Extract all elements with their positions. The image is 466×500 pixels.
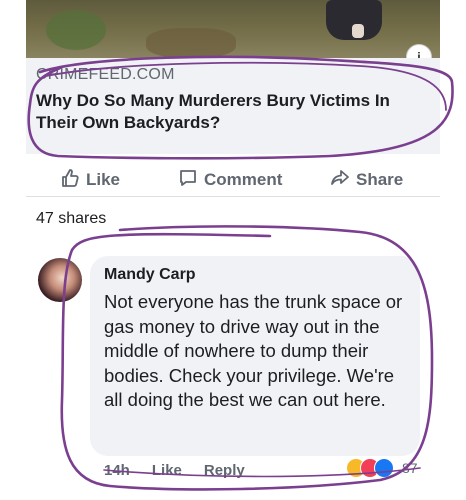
share-label: Share xyxy=(356,170,404,189)
comment-meta: 14h Like Reply xyxy=(104,462,267,479)
shares-count[interactable]: 47 shares xyxy=(36,210,106,228)
reaction-count: 87 xyxy=(402,460,418,476)
comment-time[interactable]: 14h xyxy=(104,462,130,479)
dirt xyxy=(146,28,236,58)
like-icon xyxy=(374,458,394,478)
comment-icon xyxy=(180,170,196,186)
avatar[interactable] xyxy=(38,258,82,302)
person-hand xyxy=(352,24,364,38)
link-title[interactable]: Why Do So Many Murderers Bury Victims In… xyxy=(36,90,436,134)
comment-reply-button[interactable]: Reply xyxy=(204,462,245,479)
comment-label: Comment xyxy=(204,170,283,189)
share-button[interactable]: Share xyxy=(330,168,403,190)
comment-button[interactable]: Comment xyxy=(178,168,282,190)
comment-author[interactable]: Mandy Carp xyxy=(104,266,196,284)
share-icon xyxy=(331,170,349,185)
foliage xyxy=(46,10,106,50)
like-button[interactable]: Like xyxy=(60,168,120,190)
link-domain: CRIMEFEED.COM xyxy=(36,66,175,83)
comment-text: Not everyone has the trunk space or gas … xyxy=(104,291,403,410)
comment-like-button[interactable]: Like xyxy=(152,462,182,479)
thumbs-up-icon xyxy=(62,169,79,187)
post-action-bar: Like Comment Share xyxy=(26,160,440,197)
like-label: Like xyxy=(86,170,121,189)
link-preview-image[interactable] xyxy=(26,0,440,58)
